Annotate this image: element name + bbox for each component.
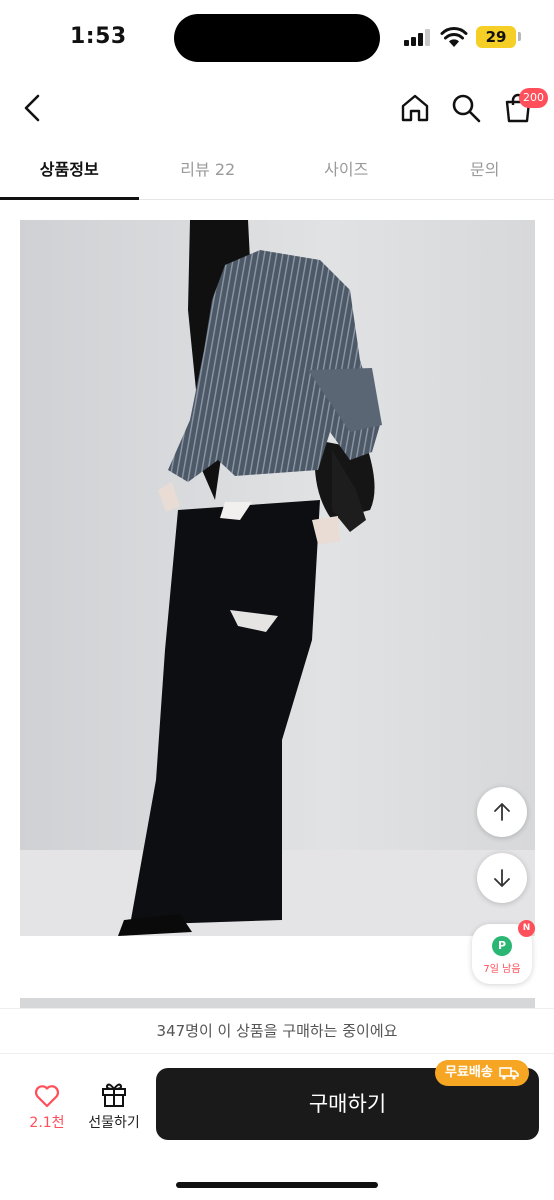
status-time: 1:53 <box>70 24 127 49</box>
search-button[interactable] <box>446 88 486 128</box>
gift-button[interactable]: 선물하기 <box>82 1080 146 1134</box>
point-icon: P <box>492 936 512 956</box>
gift-icon <box>102 1083 126 1107</box>
like-button[interactable]: 2.1천 <box>22 1084 72 1134</box>
back-button[interactable] <box>14 88 50 128</box>
wifi-icon <box>440 26 468 48</box>
arrow-down-icon <box>494 869 510 887</box>
battery-level: 29 <box>476 26 516 48</box>
purchase-activity-notice: 347명이 이 상품을 구매하는 중이에요 <box>0 1008 554 1054</box>
dynamic-island <box>174 14 380 62</box>
truck-icon <box>499 1067 519 1080</box>
status-bar: 1:53 29 <box>0 0 554 74</box>
battery-cap <box>518 32 521 41</box>
back-icon <box>24 94 40 122</box>
gift-label: 선물하기 <box>88 1115 140 1131</box>
top-nav-bar <box>0 74 554 144</box>
home-icon <box>401 94 429 122</box>
like-count: 2.1천 <box>29 1115 65 1131</box>
free-shipping-label: 무료배송 <box>445 1065 493 1080</box>
heart-icon <box>34 1085 60 1108</box>
cellular-signal-icon <box>404 28 432 46</box>
new-badge: N <box>518 920 535 937</box>
home-indicator <box>176 1182 378 1188</box>
cart-count-badge: 200 <box>519 88 548 108</box>
free-shipping-badge: 무료배송 <box>435 1060 529 1086</box>
scroll-top-button[interactable] <box>477 787 527 837</box>
tab-inquiry[interactable]: 문의 <box>416 144 554 199</box>
tab-size[interactable]: 사이즈 <box>277 144 416 199</box>
arrow-up-icon <box>494 803 510 821</box>
tab-reviews[interactable]: 리뷰 22 <box>139 144 278 199</box>
point-days-left: 7일 남음 <box>483 964 521 975</box>
product-tabs: 상품정보 리뷰 22 사이즈 문의 <box>0 144 554 200</box>
next-product-photo <box>20 998 535 1008</box>
search-icon <box>452 94 481 123</box>
product-photo <box>20 220 535 936</box>
tab-product-info[interactable]: 상품정보 <box>0 144 139 200</box>
home-button[interactable] <box>396 88 434 128</box>
scroll-bottom-button[interactable] <box>477 853 527 903</box>
point-reward-widget[interactable]: P N 7일 남음 <box>472 920 535 984</box>
